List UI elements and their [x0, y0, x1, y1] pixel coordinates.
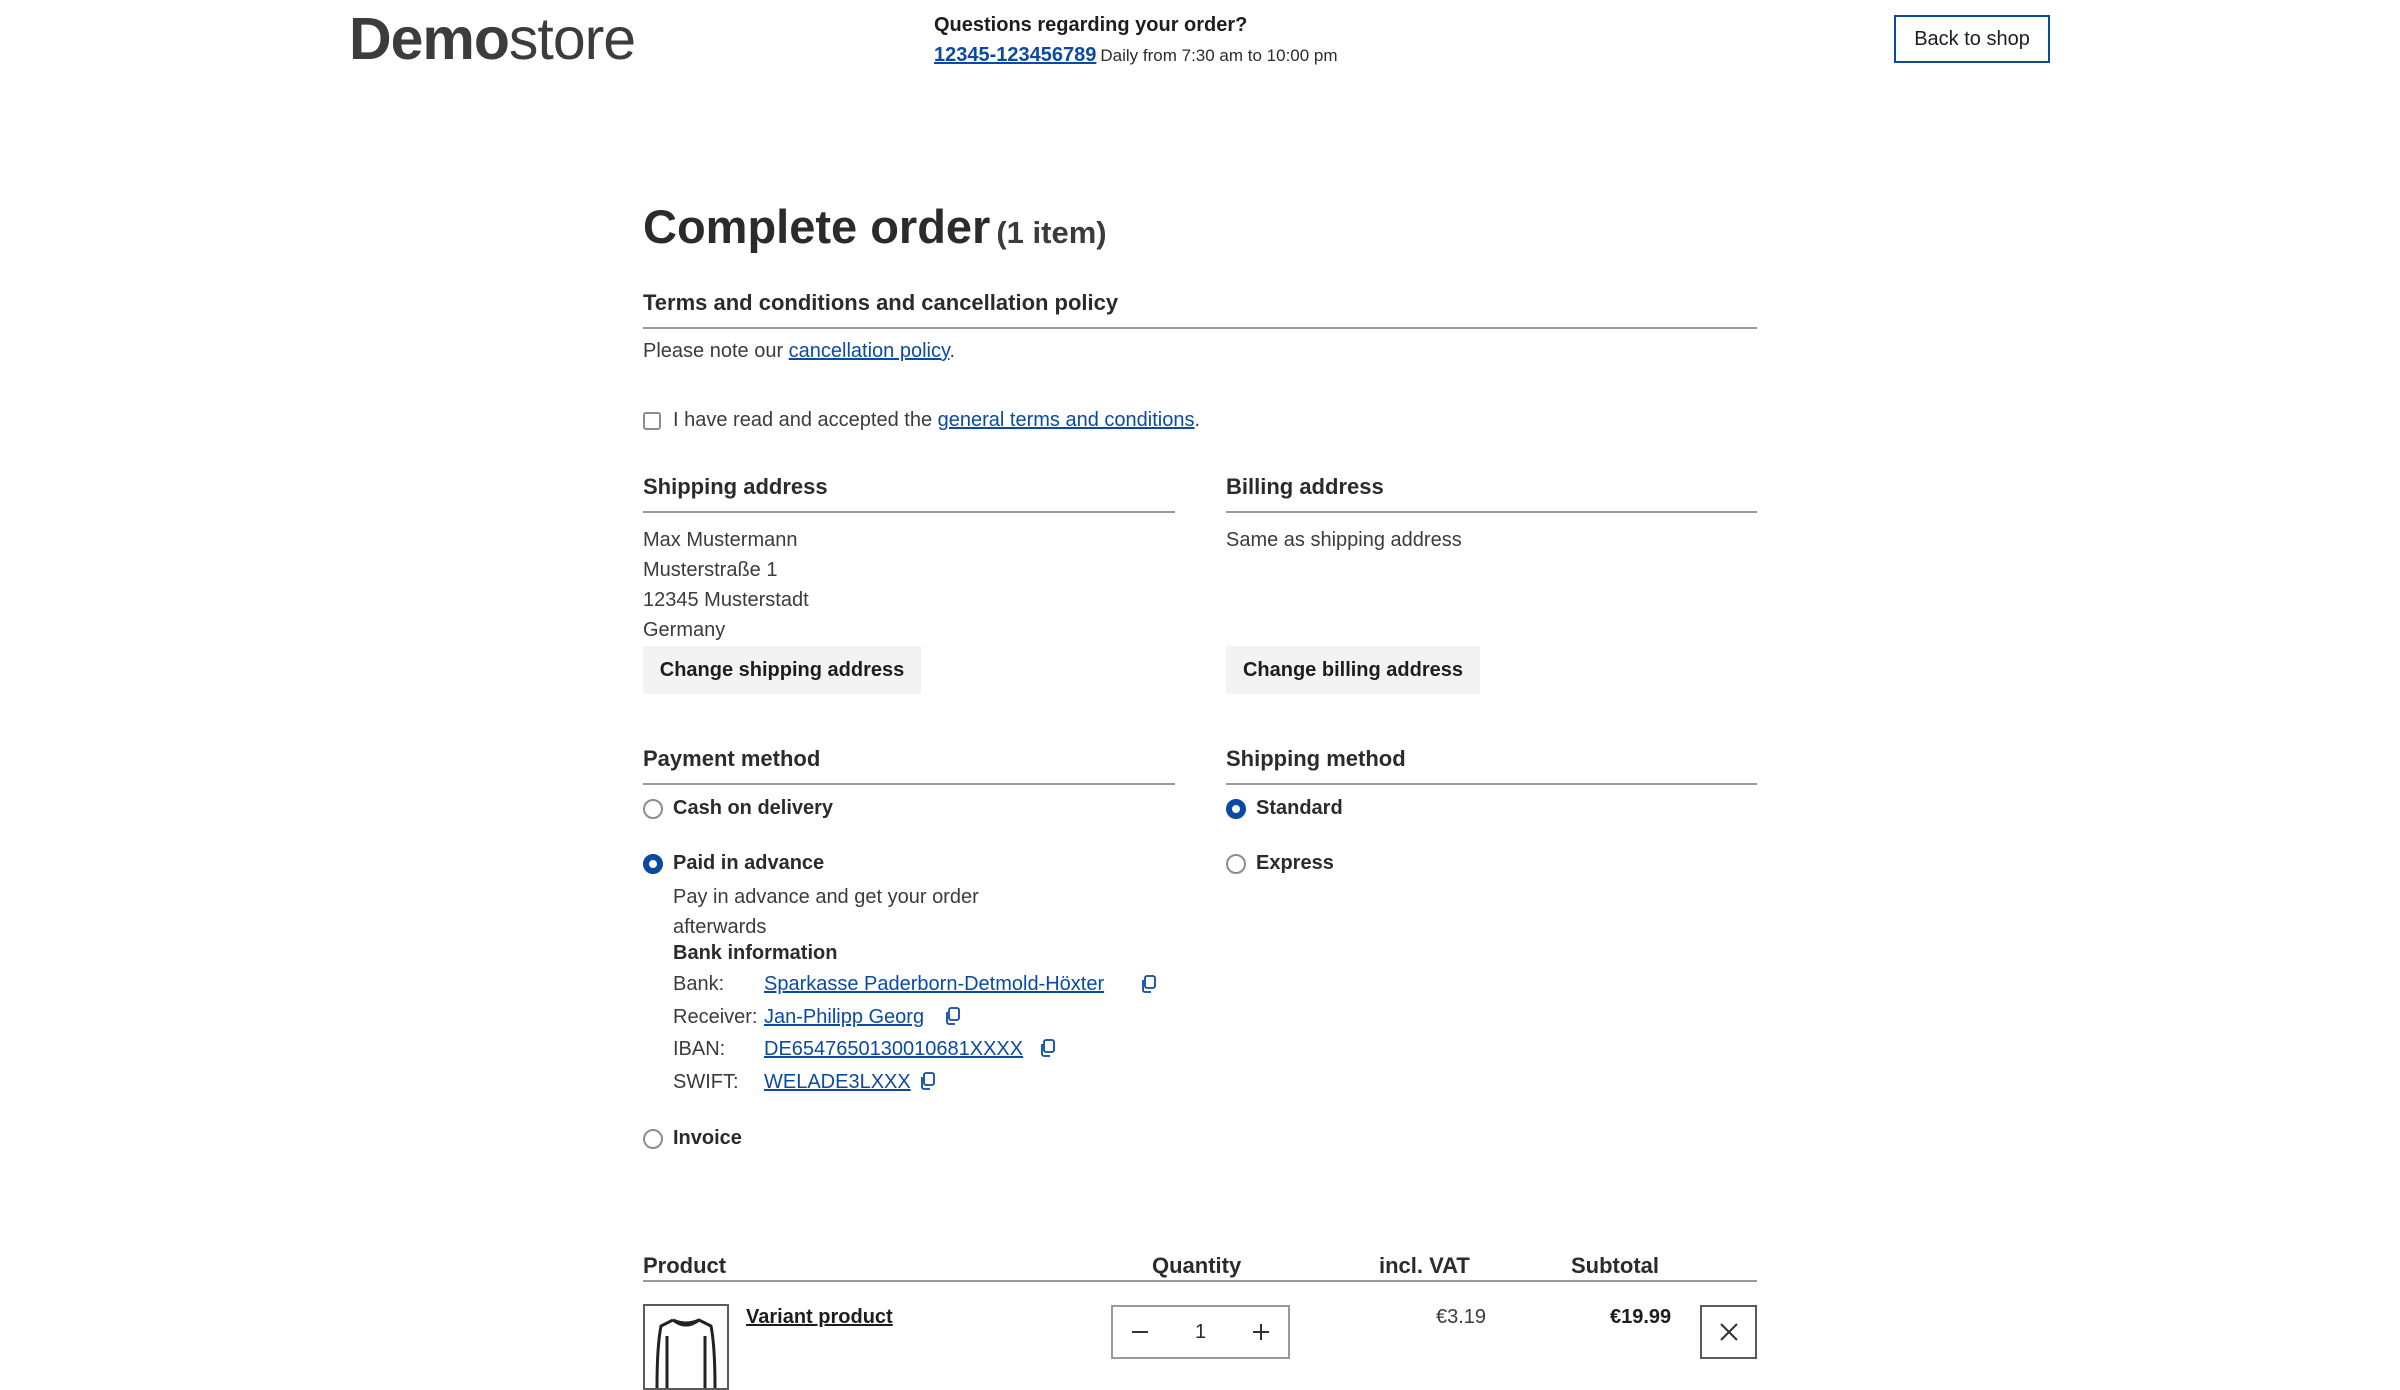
- cancellation-note: Please note our cancellation policy.: [643, 340, 955, 363]
- shipping-method-divider: [1226, 783, 1757, 785]
- store-logo[interactable]: Demostore: [349, 10, 636, 69]
- address-city: 12345 Musterstadt: [643, 589, 809, 611]
- column-header-quantity: Quantity: [1152, 1253, 1242, 1278]
- billing-address-heading: Billing address: [1226, 474, 1384, 499]
- billing-address-divider: [1226, 511, 1757, 513]
- cancellation-policy-link[interactable]: cancellation policy: [789, 340, 950, 362]
- shipping-standard-label[interactable]: Standard: [1256, 797, 1343, 820]
- terms-checkbox-suffix: .: [1194, 409, 1201, 431]
- payment-paid-in-advance-label[interactable]: Paid in advance: [673, 852, 824, 875]
- bank-label: Bank:: [673, 973, 725, 995]
- address-country: Germany: [643, 619, 726, 641]
- sweater-icon: [655, 1318, 717, 1388]
- receiver-value[interactable]: Jan-Philipp Georg: [764, 1006, 924, 1029]
- column-header-subtotal: Subtotal: [1571, 1253, 1659, 1278]
- cancellation-note-prefix: Please note our: [643, 340, 789, 362]
- minus-icon: [1132, 1331, 1148, 1333]
- close-icon: [1719, 1323, 1738, 1341]
- change-shipping-address-button[interactable]: Change shipping address: [643, 646, 921, 694]
- cart-header-divider: [643, 1280, 1757, 1282]
- address-street: Musterstraße 1: [643, 559, 778, 581]
- shipping-standard-radio[interactable]: [1226, 799, 1246, 819]
- copy-iban-icon[interactable]: [1039, 1039, 1055, 1057]
- payment-method-divider: [643, 783, 1175, 785]
- shipping-address-divider: [643, 511, 1175, 513]
- copy-bank-name-icon[interactable]: [1140, 975, 1156, 993]
- payment-description-line-1: Pay in advance and get your order: [673, 886, 979, 908]
- receiver-label: Receiver:: [673, 1006, 758, 1028]
- shipping-method-heading: Shipping method: [1226, 746, 1406, 771]
- product-name-link[interactable]: Variant product: [746, 1306, 893, 1329]
- item-subtotal: €19.99: [1610, 1306, 1672, 1328]
- order-help: Questions regarding your order? 12345-12…: [934, 13, 1338, 70]
- payment-method-heading: Payment method: [643, 746, 821, 771]
- payment-description: Pay in advance and get your order afterw…: [673, 882, 979, 942]
- help-phone-link[interactable]: 12345-123456789: [934, 44, 1096, 66]
- item-count: (1 item): [996, 215, 1107, 250]
- bank-information-heading: Bank information: [673, 942, 838, 964]
- terms-checkbox[interactable]: [643, 412, 661, 430]
- logo-bold-text: Demo: [349, 6, 510, 72]
- shipping-express-label[interactable]: Express: [1256, 852, 1334, 875]
- change-billing-address-button[interactable]: Change billing address: [1226, 646, 1480, 694]
- copy-receiver-icon[interactable]: [944, 1007, 960, 1025]
- quantity-stepper[interactable]: 1: [1111, 1305, 1290, 1359]
- iban-value[interactable]: DE6547650130010681XXXX: [764, 1038, 1023, 1061]
- shipping-address-block: Max Mustermann Musterstraße 1 12345 Must…: [643, 525, 809, 645]
- remove-item-button[interactable]: [1700, 1305, 1757, 1359]
- terms-heading: Terms and conditions and cancellation po…: [643, 290, 1119, 315]
- back-to-shop-button[interactable]: Back to shop: [1894, 15, 2050, 63]
- payment-cash-on-delivery-radio[interactable]: [643, 799, 663, 819]
- billing-address-text: Same as shipping address: [1226, 529, 1462, 551]
- help-hours: Daily from 7:30 am to 10:00 pm: [1100, 46, 1338, 65]
- payment-description-line-2: afterwards: [673, 916, 767, 938]
- shipping-address-heading: Shipping address: [643, 474, 828, 499]
- iban-label: IBAN:: [673, 1038, 726, 1060]
- address-name: Max Mustermann: [643, 529, 798, 551]
- bank-name-value[interactable]: Sparkasse Paderborn-Detmold-Höxter: [764, 973, 1104, 996]
- copy-swift-icon[interactable]: [919, 1072, 935, 1090]
- payment-invoice-label[interactable]: Invoice: [673, 1127, 742, 1150]
- terms-divider: [643, 327, 1757, 329]
- general-terms-link[interactable]: general terms and conditions: [938, 409, 1195, 431]
- item-vat: €3.19: [1436, 1306, 1487, 1328]
- swift-label: SWIFT:: [673, 1071, 739, 1093]
- column-header-vat: incl. VAT: [1379, 1253, 1470, 1278]
- shipping-express-radio[interactable]: [1226, 854, 1246, 874]
- product-thumbnail[interactable]: [643, 1304, 729, 1390]
- logo-light-text: store: [508, 6, 636, 72]
- payment-paid-in-advance-radio[interactable]: [643, 854, 663, 874]
- help-title: Questions regarding your order?: [934, 14, 1248, 36]
- page-title-text: Complete order: [643, 200, 991, 253]
- page-title: Complete order (1 item): [643, 199, 1107, 254]
- swift-value[interactable]: WELADE3LXXX: [764, 1071, 911, 1094]
- terms-checkbox-label[interactable]: I have read and accepted the general ter…: [673, 409, 1200, 432]
- payment-cash-on-delivery-label[interactable]: Cash on delivery: [673, 797, 833, 820]
- payment-invoice-radio[interactable]: [643, 1129, 663, 1149]
- column-header-product: Product: [643, 1253, 727, 1278]
- plus-icon: [1253, 1324, 1269, 1340]
- terms-checkbox-prefix: I have read and accepted the: [673, 409, 938, 431]
- cancellation-note-suffix: .: [949, 340, 956, 362]
